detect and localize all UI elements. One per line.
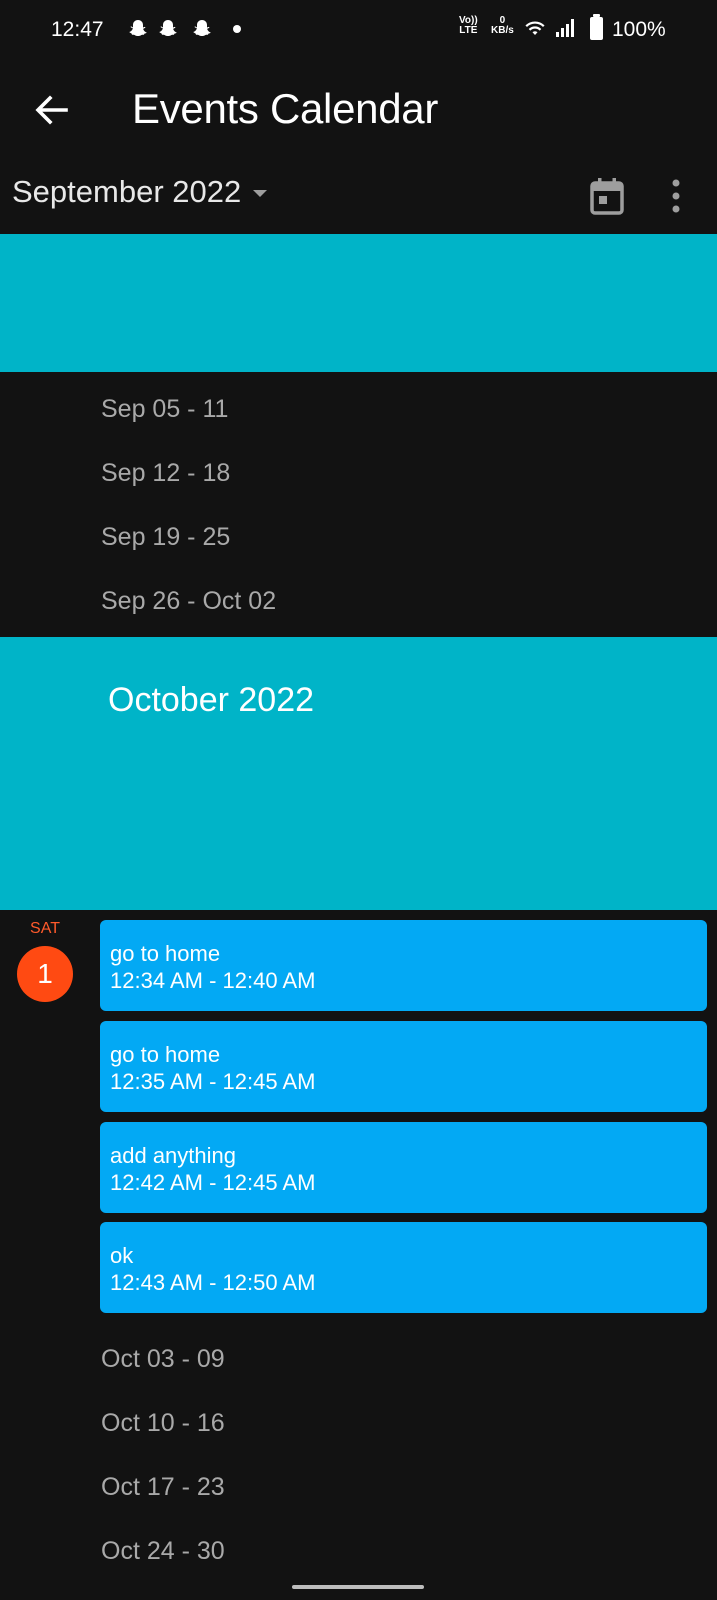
arrow-back-icon [35, 95, 68, 125]
week-row[interactable]: Oct 17 - 23 [101, 1473, 225, 1502]
event-time: 12:34 AM - 12:40 AM [110, 968, 316, 993]
week-row[interactable]: Oct 10 - 16 [101, 1409, 225, 1438]
chevron-down-icon [253, 189, 268, 197]
wifi-icon [525, 21, 545, 35]
status-bar: 12:47 Vo)) LTE 0 KB/s 100% [0, 0, 717, 60]
event-title: ok [110, 1243, 134, 1268]
month-header-band [0, 234, 717, 372]
notification-dot [233, 25, 241, 33]
event-card[interactable]: go to home 12:35 AM - 12:45 AM [100, 1021, 707, 1112]
calendar-today-icon[interactable] [590, 177, 624, 215]
event-title: add anything [110, 1143, 236, 1168]
volte-icon: Vo)) LTE [459, 15, 478, 36]
day-name: SAT [30, 920, 60, 937]
battery-percent: 100% [612, 18, 666, 41]
week-row[interactable]: Sep 12 - 18 [101, 459, 230, 488]
month-dropdown[interactable]: September 2022 [12, 174, 268, 210]
event-time: 12:42 AM - 12:45 AM [110, 1170, 316, 1195]
more-vert-icon[interactable] [670, 178, 682, 214]
event-card[interactable]: ok 12:43 AM - 12:50 AM [100, 1222, 707, 1313]
snapchat-icon [129, 20, 147, 36]
gesture-nav-handle[interactable] [292, 1585, 424, 1589]
day-indicator: SAT 1 [16, 920, 74, 1002]
page-title: Events Calendar [132, 85, 439, 132]
event-title: go to home [110, 1042, 221, 1067]
status-time: 12:47 [51, 18, 104, 41]
network-speed: 0 KB/s [491, 15, 514, 36]
app-bar: Events Calendar [0, 60, 717, 160]
event-title: go to home [110, 941, 221, 966]
week-row[interactable]: Oct 03 - 09 [101, 1345, 225, 1374]
month-toolbar: September 2022 [0, 160, 717, 234]
event-card[interactable]: go to home 12:34 AM - 12:40 AM [100, 920, 707, 1011]
signal-icon [556, 19, 574, 37]
month-dropdown-label: September 2022 [12, 174, 242, 209]
month-header-band: October 2022 [0, 637, 717, 910]
week-row[interactable]: Sep 26 - Oct 02 [101, 587, 276, 616]
month-header-title: October 2022 [108, 681, 315, 719]
day-number-badge: 1 [17, 946, 73, 1002]
week-row[interactable]: Sep 05 - 11 [101, 395, 228, 424]
battery-icon [590, 14, 603, 40]
week-row[interactable]: Sep 19 - 25 [101, 523, 230, 552]
event-time: 12:43 AM - 12:50 AM [110, 1270, 316, 1295]
snapchat-icon [159, 20, 177, 36]
snapchat-icon [193, 20, 211, 36]
week-row[interactable]: Oct 24 - 30 [101, 1537, 225, 1566]
back-button[interactable] [28, 87, 74, 133]
event-card[interactable]: add anything 12:42 AM - 12:45 AM [100, 1122, 707, 1213]
event-time: 12:35 AM - 12:45 AM [110, 1069, 316, 1094]
